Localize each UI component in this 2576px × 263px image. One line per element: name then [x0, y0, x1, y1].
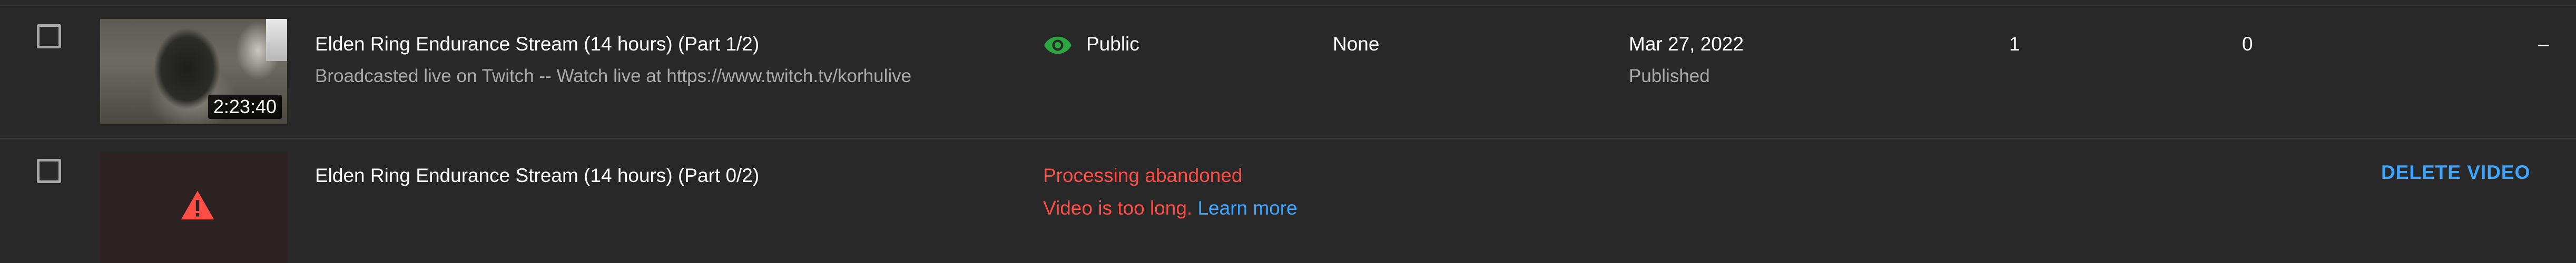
thumbnail-detail: [266, 19, 287, 61]
video-title[interactable]: Elden Ring Endurance Stream (14 hours) (…: [315, 33, 759, 56]
learn-more-link[interactable]: Learn more: [1197, 197, 1297, 219]
processing-status: Processing abandoned: [1043, 165, 1243, 186]
comments-count: 0: [2242, 33, 2253, 55]
restrictions-value: None: [1333, 33, 1380, 55]
views-count: 1: [2009, 33, 2020, 55]
date-value: Mar 27, 2022: [1629, 33, 1744, 55]
row-divider: [0, 138, 2576, 139]
error-message: Video is too long.: [1043, 197, 1193, 219]
top-divider: [0, 0, 2576, 6]
error-line: Video is too long. Learn more: [1043, 197, 1297, 220]
row-checkbox[interactable]: [37, 24, 61, 48]
delete-video-button[interactable]: DELETE VIDEO: [2381, 161, 2530, 184]
visibility-label[interactable]: Public: [1086, 33, 1139, 56]
video-list: 2:23:40 Elden Ring Endurance Stream (14 …: [0, 0, 2576, 263]
warning-icon: [181, 190, 214, 220]
video-title[interactable]: Elden Ring Endurance Stream (14 hours) (…: [315, 164, 759, 187]
date-status: Published: [1629, 66, 1710, 86]
likes-value: –: [2538, 33, 2549, 55]
video-thumbnail[interactable]: 2:23:40: [100, 19, 287, 124]
video-description: Broadcasted live on Twitch -- Watch live…: [315, 66, 912, 86]
eye-icon: [1044, 36, 1071, 54]
row-checkbox[interactable]: [37, 159, 61, 183]
duration-badge: 2:23:40: [208, 95, 282, 119]
